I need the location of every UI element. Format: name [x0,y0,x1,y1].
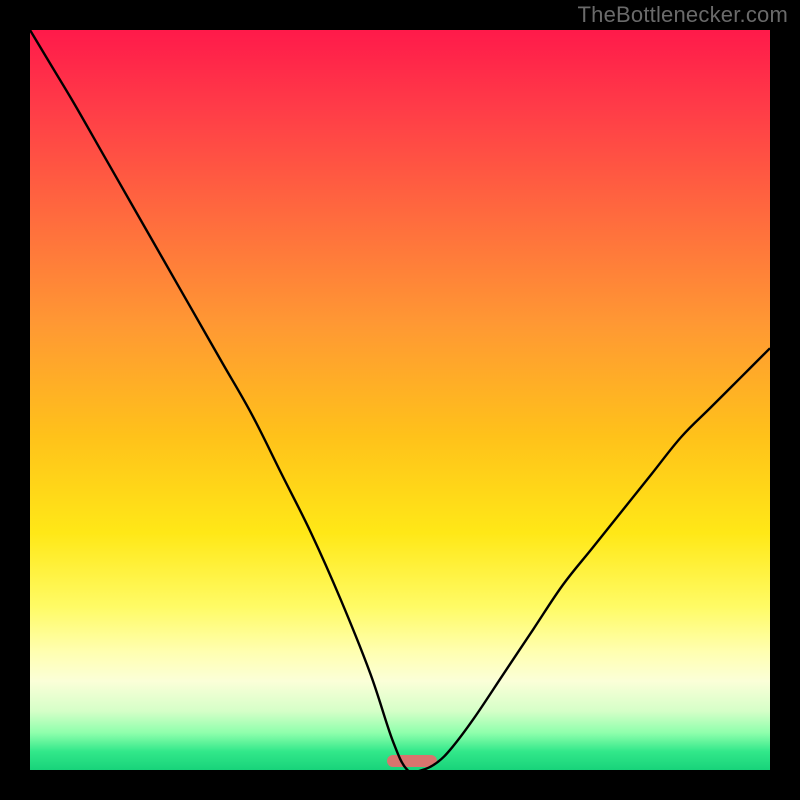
bottleneck-curve [30,30,770,770]
chart-frame: TheBottlenecker.com [0,0,800,800]
curve-path [30,30,770,770]
watermark-text: TheBottlenecker.com [578,2,788,28]
plot-area [30,30,770,770]
